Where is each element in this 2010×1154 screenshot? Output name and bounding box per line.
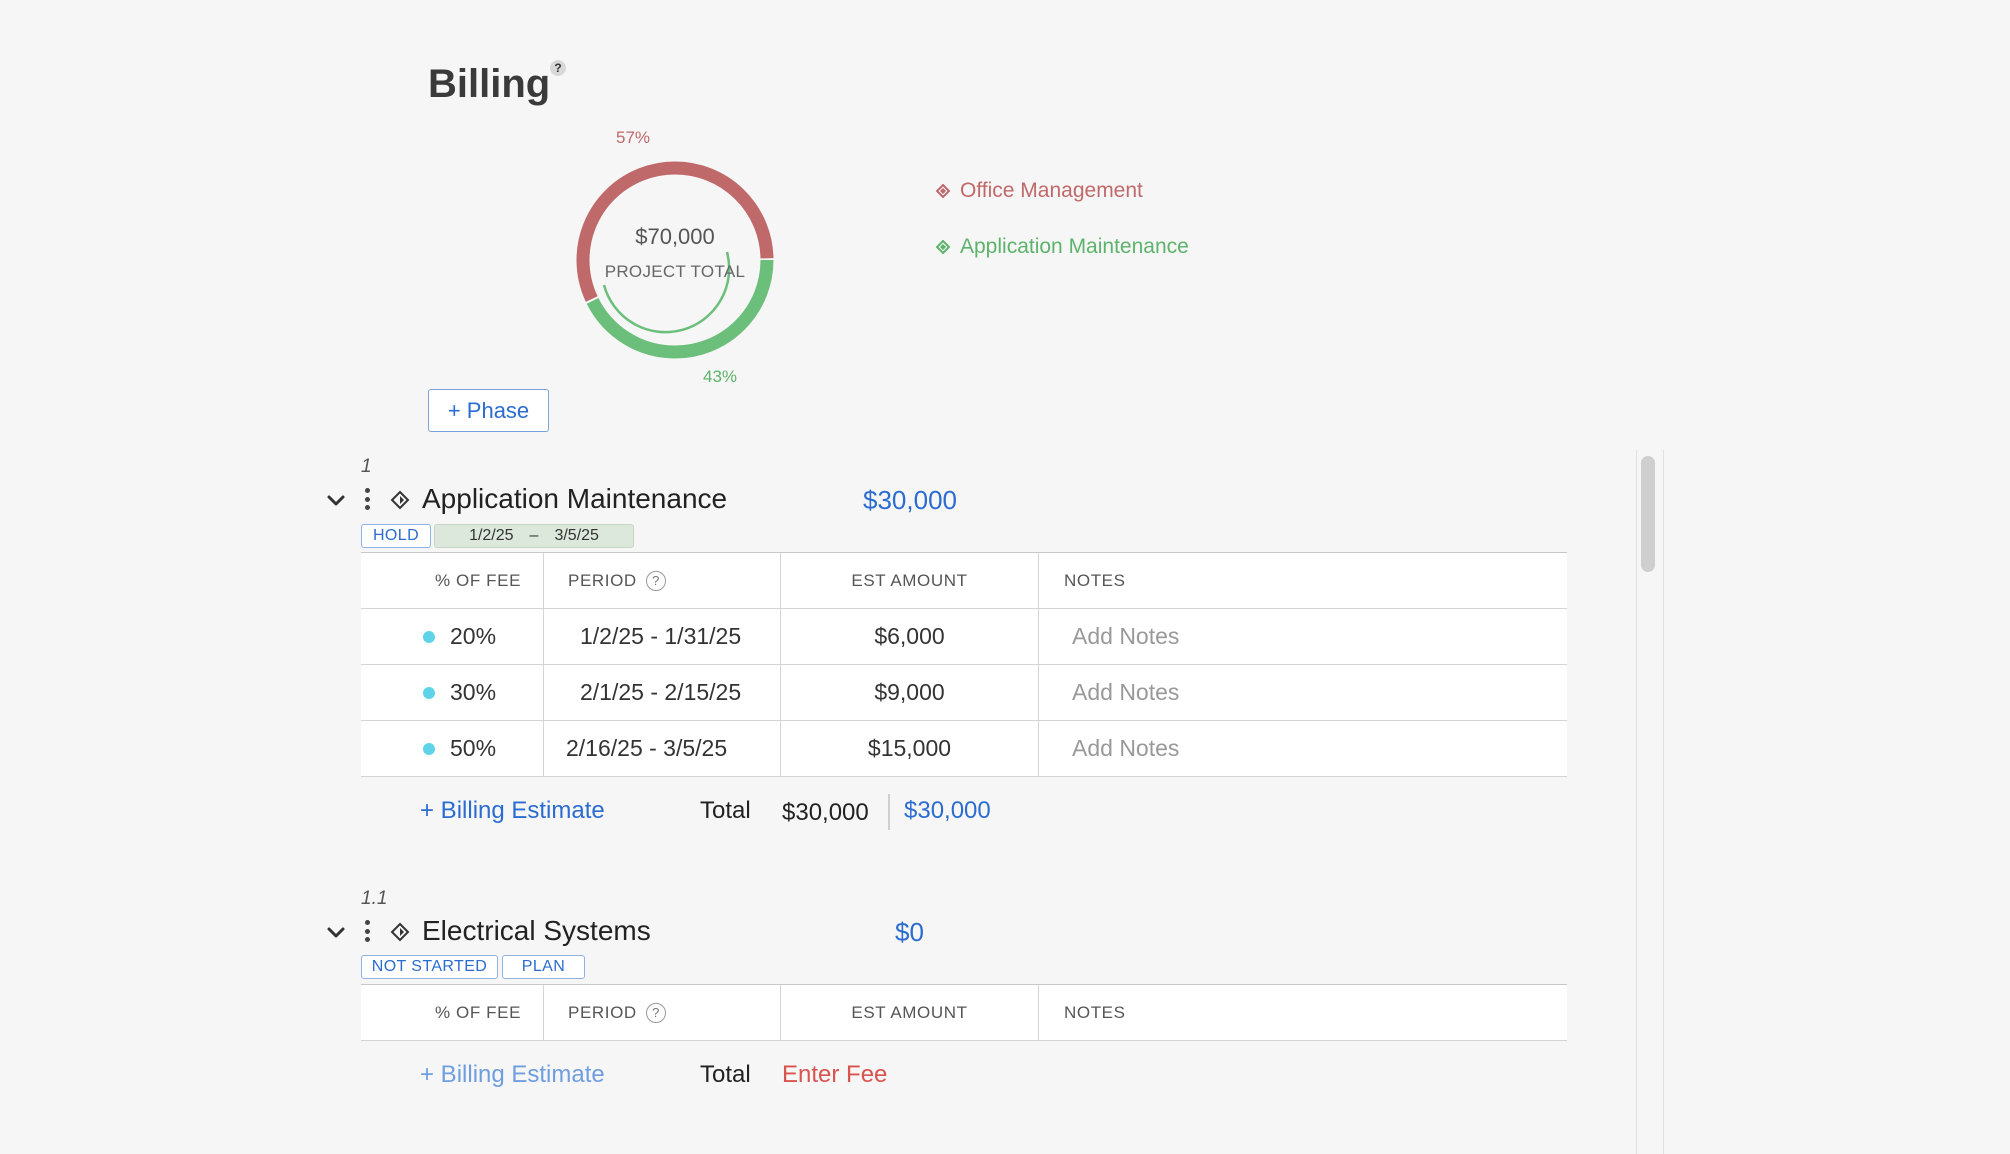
legend-label: Office Management xyxy=(960,179,1143,202)
scrollbar-thumb[interactable] xyxy=(1641,456,1655,572)
status-badge[interactable]: HOLD xyxy=(361,524,431,548)
date-start: 1/2/25 xyxy=(469,527,514,544)
row-amount[interactable]: $9,000 xyxy=(874,679,944,706)
total-value: $30,000 xyxy=(782,799,869,826)
phase-number: 1.1 xyxy=(361,888,388,909)
row-amount[interactable]: $15,000 xyxy=(868,735,951,762)
row-amount[interactable]: $6,000 xyxy=(874,623,944,650)
period-help-icon[interactable]: ? xyxy=(645,570,666,591)
enter-fee-link[interactable]: Enter Fee xyxy=(782,1061,887,1089)
date-separator: – xyxy=(529,527,539,544)
billing-help-icon[interactable]: ? xyxy=(550,60,566,76)
plan-badge[interactable]: PLAN xyxy=(502,955,585,979)
chevron-down-icon[interactable] xyxy=(325,921,347,943)
legend-item-office-management[interactable]: Office Management xyxy=(936,179,1143,203)
add-billing-estimate-button[interactable]: + Billing Estimate xyxy=(420,1061,605,1089)
row-period[interactable]: 1/2/25 - 1/31/25 xyxy=(580,623,741,650)
total-label: Total xyxy=(700,1061,751,1088)
column-header-fee: % OF FEE xyxy=(435,1002,522,1022)
add-billing-estimate-button[interactable]: + Billing Estimate xyxy=(420,797,605,825)
phase-amount: $30,000 xyxy=(863,485,957,515)
donut-segments xyxy=(576,161,774,359)
row-fee[interactable]: 50% xyxy=(450,735,496,762)
row-status-dot xyxy=(423,630,435,643)
diamond-icon xyxy=(936,184,950,198)
row-status-dot xyxy=(423,742,435,755)
total-budget: $30,000 xyxy=(904,797,991,824)
phase-menu-icon[interactable] xyxy=(363,486,371,512)
column-header-fee: % OF FEE xyxy=(435,570,522,590)
table-row[interactable]: 50% 2/16/25 - 3/5/25 $15,000 Add Notes xyxy=(361,721,1567,777)
table-row[interactable]: 20% 1/2/25 - 1/31/25 $6,000 Add Notes xyxy=(361,609,1567,665)
phase-amount: $0 xyxy=(895,917,924,947)
legend-item-application-maintenance[interactable]: Application Maintenance xyxy=(936,235,1189,259)
billing-table: % OF FEE PERIOD? EST AMOUNT NOTES 20% 1/… xyxy=(361,552,1567,777)
table-row[interactable]: 30% 2/1/25 - 2/15/25 $9,000 Add Notes xyxy=(361,665,1567,721)
page-title: Billing xyxy=(428,62,551,106)
column-header-period: PERIOD xyxy=(568,1002,637,1022)
table-header: % OF FEE PERIOD? EST AMOUNT NOTES xyxy=(361,985,1567,1041)
phase-number: 1 xyxy=(361,456,372,477)
diamond-icon xyxy=(936,240,950,254)
status-badge[interactable]: NOT STARTED xyxy=(361,955,498,979)
billing-table: % OF FEE PERIOD? EST AMOUNT NOTES xyxy=(361,984,1567,1041)
phase-title[interactable]: Electrical Systems xyxy=(422,915,651,947)
column-header-notes: NOTES xyxy=(1064,570,1126,590)
donut-total-value: $70,000 xyxy=(635,224,715,249)
phase-menu-icon[interactable] xyxy=(363,918,371,944)
row-status-dot xyxy=(423,686,435,699)
column-header-notes: NOTES xyxy=(1064,1002,1126,1022)
add-phase-button[interactable]: + Phase xyxy=(428,389,549,432)
row-fee[interactable]: 30% xyxy=(450,679,496,706)
donut-percent-application-maintenance: 43% xyxy=(703,367,738,386)
row-period[interactable]: 2/1/25 - 2/15/25 xyxy=(580,679,741,706)
table-header: % OF FEE PERIOD? EST AMOUNT NOTES xyxy=(361,553,1567,609)
chevron-down-icon[interactable] xyxy=(325,489,347,511)
project-donut-chart xyxy=(576,161,774,359)
row-period[interactable]: 2/16/25 - 3/5/25 xyxy=(566,735,727,762)
row-notes-input[interactable]: Add Notes xyxy=(1039,623,1179,650)
column-header-period: PERIOD xyxy=(568,570,637,590)
period-help-icon[interactable]: ? xyxy=(645,1002,666,1023)
phase-title[interactable]: Application Maintenance xyxy=(422,483,727,515)
date-end: 3/5/25 xyxy=(554,527,599,544)
row-notes-input[interactable]: Add Notes xyxy=(1039,735,1179,762)
total-label: Total xyxy=(700,797,751,824)
column-header-amount: EST AMOUNT xyxy=(851,570,968,590)
column-header-amount: EST AMOUNT xyxy=(851,1002,968,1022)
row-notes-input[interactable]: Add Notes xyxy=(1039,679,1179,706)
total-divider xyxy=(888,794,890,830)
donut-total-label: PROJECT TOTAL xyxy=(604,262,746,281)
legend-label: Application Maintenance xyxy=(960,235,1189,258)
phase-diamond-icon xyxy=(390,490,410,510)
phase-diamond-icon xyxy=(390,922,410,942)
phase-date-range[interactable]: 1/2/25 – 3/5/25 xyxy=(434,524,634,548)
row-fee[interactable]: 20% xyxy=(450,623,496,650)
